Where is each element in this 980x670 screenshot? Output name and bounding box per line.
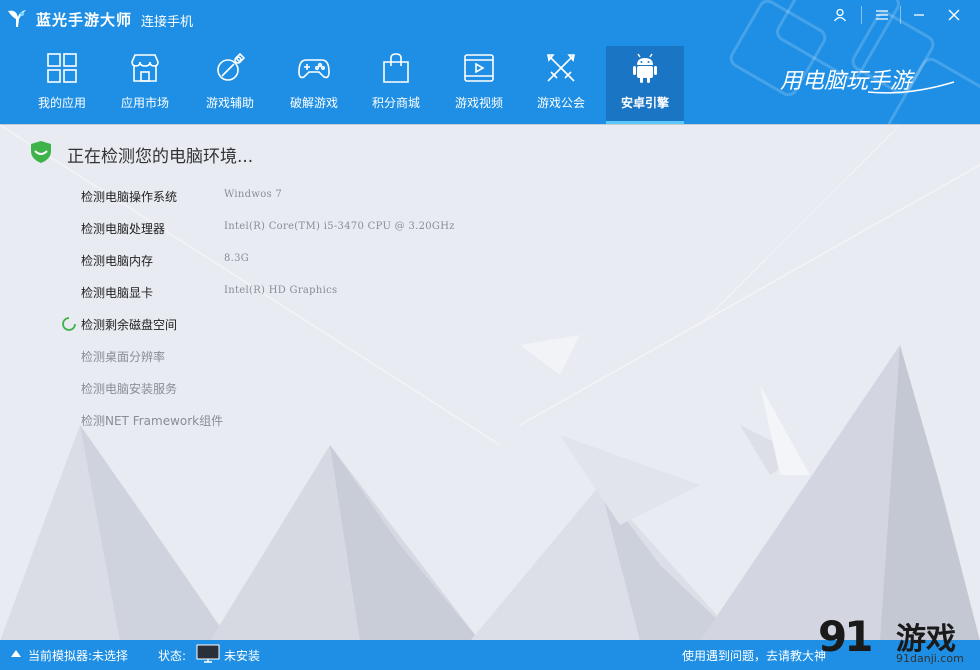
watermark-url: 91danji.com bbox=[896, 652, 964, 665]
check-item-memory-value: 8.3G bbox=[224, 253, 250, 264]
grid-icon bbox=[47, 53, 77, 83]
emulator-selection[interactable]: 当前模拟器:未选择 bbox=[28, 647, 128, 664]
menu-icon[interactable] bbox=[868, 4, 896, 26]
store-icon bbox=[131, 54, 159, 82]
check-item-os-value: Windwos 7 bbox=[224, 189, 283, 200]
tab-app-market[interactable]: 应用市场 bbox=[106, 46, 184, 124]
check-item-resolution-label: 检测桌面分辨率 bbox=[81, 350, 166, 364]
tab-label: 安卓引擎 bbox=[620, 96, 669, 110]
install-status: 未安装 bbox=[224, 649, 261, 663]
tab-label: 游戏视频 bbox=[454, 96, 503, 110]
user-icon[interactable] bbox=[826, 4, 854, 26]
app-logo-icon bbox=[8, 10, 26, 27]
tab-game-assist[interactable]: 游戏辅助 bbox=[191, 46, 269, 124]
shopping-bag-icon bbox=[383, 53, 409, 83]
gamepad-icon bbox=[298, 59, 330, 79]
expand-up-icon[interactable] bbox=[11, 650, 21, 657]
android-icon bbox=[633, 53, 657, 83]
tab-label: 破解游戏 bbox=[289, 96, 338, 110]
check-item-os-label: 检测电脑操作系统 bbox=[81, 190, 178, 204]
check-title: 正在检测您的电脑环境... bbox=[67, 147, 254, 167]
tab-game-guild[interactable]: 游戏公会 bbox=[522, 46, 600, 124]
tab-label: 我的应用 bbox=[37, 96, 86, 110]
tab-label: 游戏公会 bbox=[536, 96, 585, 110]
tools-icon bbox=[217, 52, 246, 81]
loading-spinner-icon bbox=[62, 317, 76, 331]
tab-android-engine[interactable]: 安卓引擎 bbox=[606, 46, 684, 124]
watermark-number: 91 bbox=[818, 612, 873, 661]
tab-label: 积分商城 bbox=[371, 96, 420, 110]
tab-cracked-games[interactable]: 破解游戏 bbox=[275, 46, 353, 124]
check-item-gpu-value: Intel(R) HD Graphics bbox=[224, 285, 338, 296]
monitor-icon bbox=[196, 644, 220, 663]
shield-check-icon bbox=[31, 141, 51, 163]
main-panel: 正在检测您的电脑环境... 检测电脑操作系统 Windwos 7 检测电脑处理器… bbox=[0, 124, 980, 641]
check-item-cpu-label: 检测电脑处理器 bbox=[81, 222, 166, 236]
slogan-text: 用电脑玩手游 bbox=[780, 69, 916, 94]
check-item-disk-label: 检测剩余磁盘空间 bbox=[81, 318, 178, 332]
tab-points-mall[interactable]: 积分商城 bbox=[357, 46, 435, 124]
help-link[interactable]: 使用遇到问题，去请教大神 bbox=[682, 647, 826, 664]
app-title: 蓝光手游大师 bbox=[36, 11, 133, 29]
app-window: 蓝光手游大师 连接手机 我的应用 应用市场 游戏辅助 破解游戏 积分商城 游戏视… bbox=[0, 0, 980, 670]
tab-label: 游戏辅助 bbox=[205, 96, 254, 110]
crossed-swords-icon bbox=[547, 54, 575, 82]
check-item-cpu-value: Intel(R) Core(TM) i5-3470 CPU @ 3.20GHz bbox=[224, 221, 455, 232]
check-item-netframework-label: 检测NET Framework组件 bbox=[81, 414, 224, 428]
video-icon bbox=[464, 54, 494, 82]
header: 蓝光手游大师 连接手机 我的应用 应用市场 游戏辅助 破解游戏 积分商城 游戏视… bbox=[0, 0, 980, 124]
connect-phone-link[interactable]: 连接手机 bbox=[141, 11, 193, 30]
tab-my-apps[interactable]: 我的应用 bbox=[23, 46, 101, 124]
minimize-icon[interactable] bbox=[905, 4, 933, 26]
slogan-handwriting: 用电脑玩手游 bbox=[780, 69, 955, 94]
check-item-memory-label: 检测电脑内存 bbox=[81, 254, 154, 268]
status-label: 状态: bbox=[158, 649, 187, 663]
tab-game-video[interactable]: 游戏视频 bbox=[440, 46, 518, 124]
title-bar: 蓝光手游大师 连接手机 bbox=[0, 0, 980, 36]
close-icon[interactable] bbox=[940, 4, 968, 26]
check-item-services-label: 检测电脑安装服务 bbox=[81, 382, 178, 396]
check-item-gpu-label: 检测电脑显卡 bbox=[81, 286, 154, 300]
watermark-logo: 91 游戏 91danji.com bbox=[812, 612, 980, 670]
tab-label: 应用市场 bbox=[120, 96, 169, 110]
